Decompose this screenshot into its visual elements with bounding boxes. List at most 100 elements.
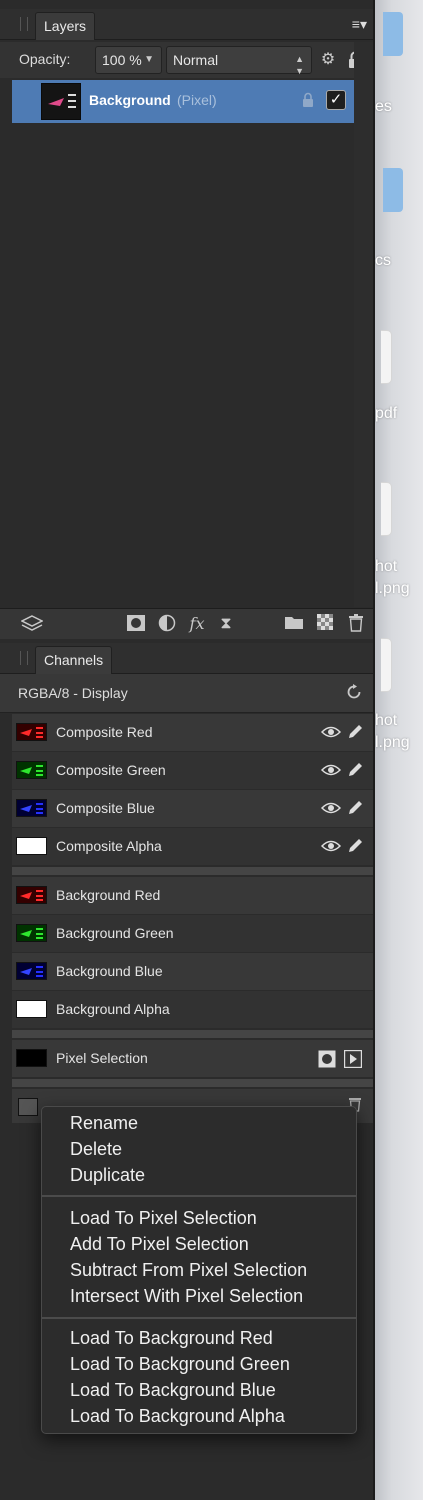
menu-item-rename[interactable]: Rename [70, 1113, 138, 1134]
channel-label: Composite Green [56, 762, 166, 778]
channel-context-menu: Rename Delete Duplicate Load To Pixel Se… [41, 1106, 357, 1434]
layer-row-background[interactable]: Background (Pixel) ✓ [12, 80, 354, 123]
blend-mode-value: Normal [173, 52, 219, 68]
menu-item-load-to-background-red[interactable]: Load To Background Red [70, 1328, 273, 1349]
pencil-icon[interactable] [346, 837, 364, 855]
drag-grip[interactable] [20, 651, 28, 665]
hourglass-icon[interactable]: ⧗ [215, 614, 237, 634]
menu-item-add-to-pixel-selection[interactable]: Add To Pixel Selection [70, 1234, 249, 1255]
menu-separator [42, 1195, 356, 1197]
divider [12, 1079, 373, 1087]
chevron-down-icon: ▼ [144, 54, 154, 65]
channel-label: Pixel Selection [56, 1050, 148, 1066]
menu-item-load-to-background-green[interactable]: Load To Background Green [70, 1354, 290, 1375]
channel-row-background-red[interactable]: Background Red [12, 877, 373, 914]
channel-row-pixel-selection[interactable]: Pixel Selection [12, 1040, 373, 1077]
layers-toolbar: fx ⧗ [0, 608, 373, 639]
channel-thumbnail [16, 799, 47, 817]
fx-icon[interactable]: fx [186, 614, 208, 634]
desktop-folder-icon[interactable] [383, 168, 403, 212]
opacity-value: 100 % [102, 52, 142, 68]
eye-icon[interactable] [320, 763, 342, 777]
menu-separator [42, 1317, 356, 1319]
mask-layer-icon[interactable] [125, 614, 147, 634]
channel-thumbnail [16, 924, 47, 942]
channel-label: Background Blue [56, 963, 163, 979]
channel-thumbnail [16, 886, 47, 904]
channel-row-composite-red[interactable]: Composite Red [12, 714, 373, 751]
desktop-file-icon[interactable] [381, 482, 392, 536]
channel-display-row: RGBA/8 - Display [0, 674, 373, 713]
menu-item-load-to-background-blue[interactable]: Load To Background Blue [70, 1380, 276, 1401]
menu-item-load-to-background-alpha[interactable]: Load To Background Alpha [70, 1406, 285, 1427]
mask-selection-icon[interactable] [318, 1050, 336, 1073]
channel-thumbnail [18, 1098, 38, 1116]
desktop-item-label[interactable]: es [375, 98, 392, 116]
channel-label: Background Alpha [56, 1001, 170, 1017]
channel-label: Composite Blue [56, 800, 155, 816]
channel-label: Composite Red [56, 724, 153, 740]
channel-label: Background Red [56, 887, 161, 903]
stepper-arrows-icon: ▲ ▼ [295, 54, 304, 76]
menu-item-delete[interactable]: Delete [70, 1139, 122, 1160]
desktop-item-label[interactable]: l.png [375, 734, 410, 752]
desktop-item-label[interactable]: l.png [375, 580, 410, 598]
channel-row-background-green[interactable]: Background Green [12, 915, 373, 952]
channel-label: Composite Alpha [56, 838, 162, 854]
channel-row-composite-green[interactable]: Composite Green [12, 752, 373, 789]
blend-mode-select[interactable]: Normal ▲ ▼ [166, 46, 312, 76]
channel-thumbnail [16, 962, 47, 980]
layer-options-row: Opacity: 100 % ▼ Normal ▲ ▼ ⚙ [0, 42, 373, 78]
layer-type: (Pixel) [177, 92, 217, 108]
pixel-layer-icon[interactable] [314, 614, 336, 634]
channel-thumbnail [16, 1000, 47, 1018]
channel-label: Background Green [56, 925, 174, 941]
opacity-field[interactable]: 100 % ▼ [95, 46, 162, 74]
reset-icon[interactable] [345, 683, 363, 706]
desktop-folder-icon[interactable] [383, 12, 403, 56]
desktop-file-icon[interactable] [381, 638, 392, 692]
menu-item-intersect-with-pixel-selection[interactable]: Intersect With Pixel Selection [70, 1286, 303, 1307]
channels-tab-bar: Channels [0, 643, 373, 674]
channel-row-composite-blue[interactable]: Composite Blue [12, 790, 373, 827]
tab-channels[interactable]: Channels [35, 646, 113, 674]
adjustment-layer-icon[interactable] [156, 614, 178, 634]
channel-thumbnail [16, 1049, 47, 1067]
channel-row-background-blue[interactable]: Background Blue [12, 953, 373, 990]
layer-lock-icon[interactable] [302, 92, 316, 110]
pencil-icon[interactable] [346, 799, 364, 817]
opacity-label: Opacity: [19, 51, 71, 67]
desktop-item-label[interactable]: cs [375, 252, 391, 270]
channel-thumbnail [16, 837, 47, 855]
pencil-icon[interactable] [346, 761, 364, 779]
divider [12, 1030, 373, 1038]
layer-thumbnail [41, 83, 81, 120]
layers-scroll-gutter[interactable] [354, 42, 373, 607]
desktop-file-icon[interactable] [381, 330, 392, 384]
panel-menu-icon[interactable]: ≡▾ [352, 16, 367, 33]
gear-icon[interactable]: ⚙ [316, 48, 340, 72]
channel-thumbnail [16, 723, 47, 741]
layers-stack-icon[interactable] [20, 614, 44, 634]
channel-row-composite-alpha[interactable]: Composite Alpha [12, 828, 373, 865]
invert-selection-icon[interactable] [343, 1049, 363, 1073]
eye-icon[interactable] [320, 725, 342, 739]
eye-icon[interactable] [320, 801, 342, 815]
trash-icon[interactable] [345, 614, 367, 634]
desktop-item-label[interactable]: pdf [375, 405, 397, 423]
desktop-background: es cs pdf hot l.png hot l.png [375, 0, 423, 1500]
divider [12, 867, 373, 875]
menu-item-duplicate[interactable]: Duplicate [70, 1165, 145, 1186]
desktop-item-label[interactable]: hot [375, 712, 397, 730]
desktop-item-label[interactable]: hot [375, 558, 397, 576]
menu-item-subtract-from-pixel-selection[interactable]: Subtract From Pixel Selection [70, 1260, 307, 1281]
menu-item-load-to-pixel-selection[interactable]: Load To Pixel Selection [70, 1208, 257, 1229]
layer-visibility-checkbox[interactable]: ✓ [326, 90, 346, 110]
eye-icon[interactable] [320, 839, 342, 853]
channel-row-background-alpha[interactable]: Background Alpha [12, 991, 373, 1028]
pencil-icon[interactable] [346, 723, 364, 741]
folder-icon[interactable] [283, 614, 305, 634]
tab-layers[interactable]: Layers [35, 12, 96, 40]
channel-thumbnail [16, 761, 47, 779]
drag-grip[interactable] [20, 17, 28, 31]
